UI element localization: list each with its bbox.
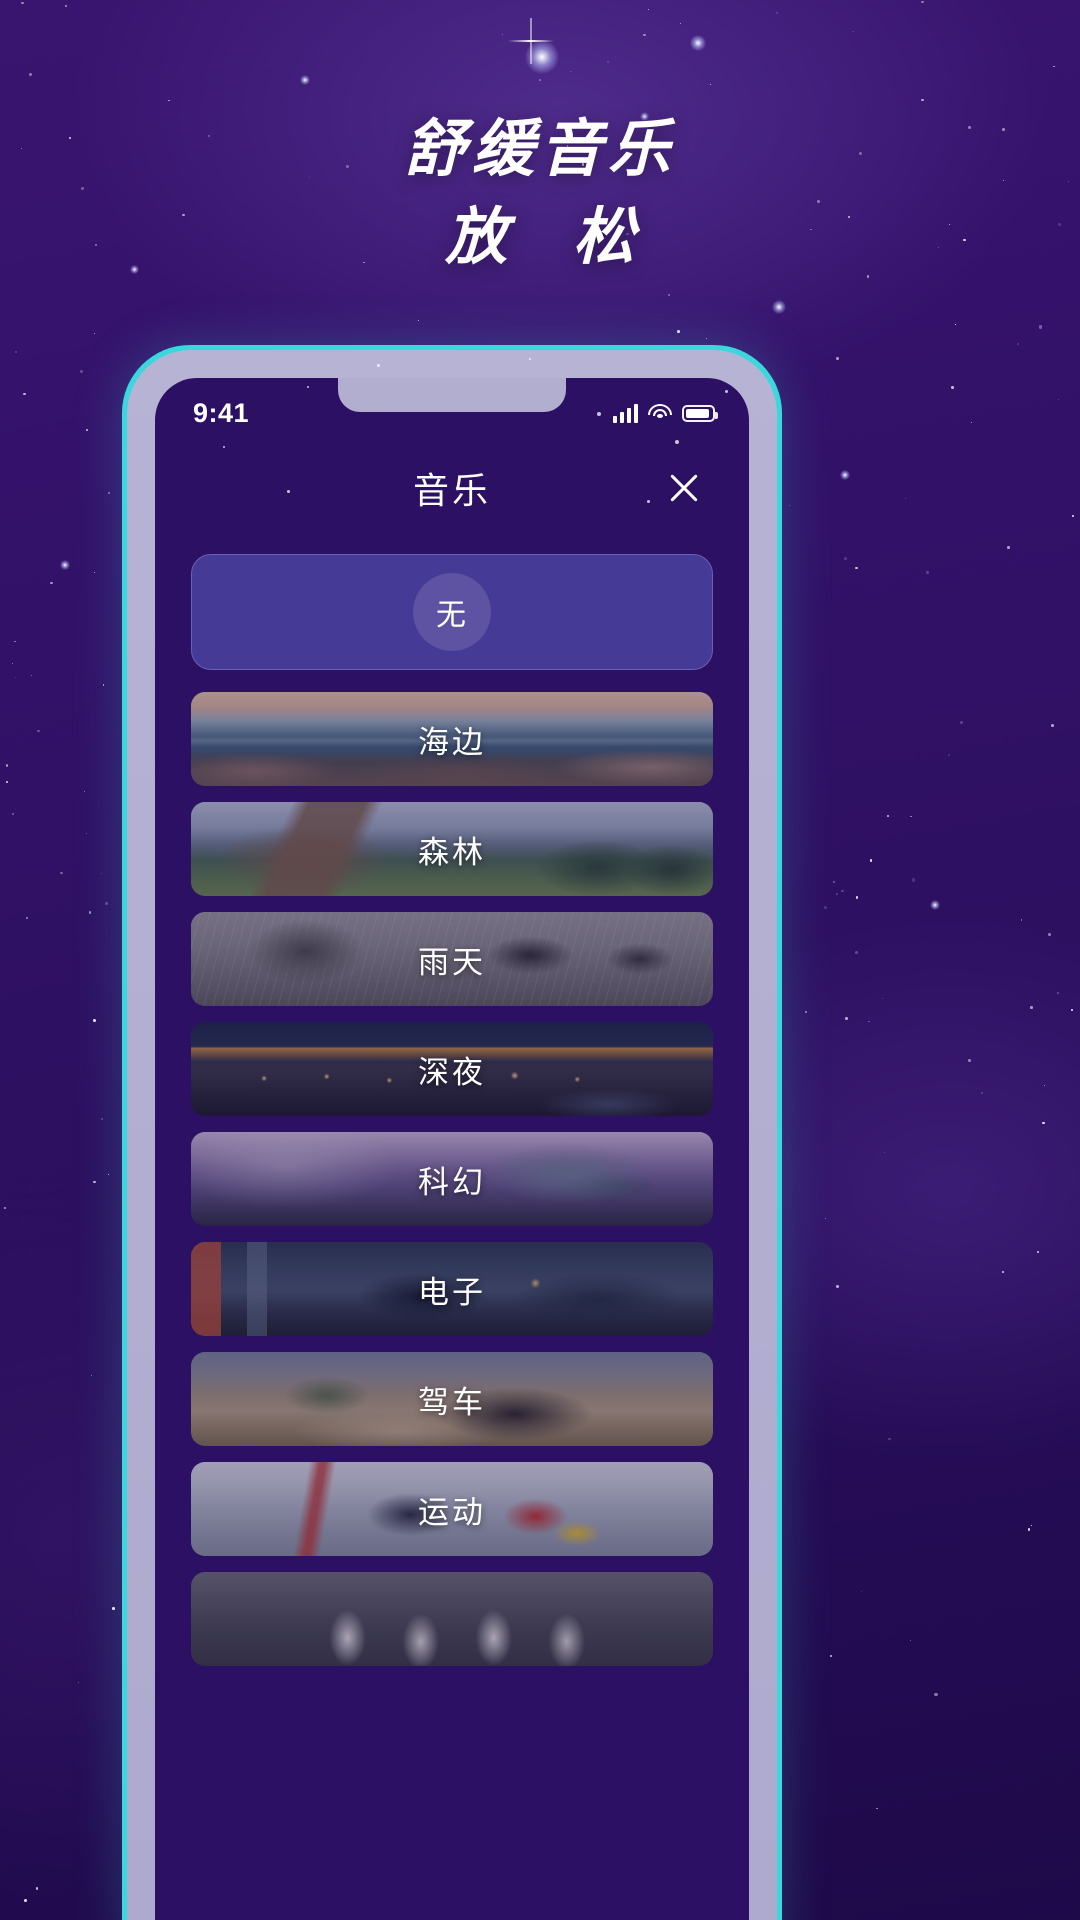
music-option-label: 森林 <box>418 834 486 870</box>
music-option-label: 海边 <box>418 724 486 760</box>
headline-line-1: 舒缓音乐 <box>403 112 676 185</box>
artwork-overlay <box>191 1572 713 1666</box>
music-option-row[interactable]: 海边 <box>191 692 713 786</box>
music-option-row[interactable]: 森林 <box>191 802 713 896</box>
music-option-label: 运动 <box>418 1494 486 1530</box>
music-option-label: 雨天 <box>418 944 486 980</box>
music-option-row[interactable]: 深夜 <box>191 1022 713 1116</box>
music-option-row[interactable]: 电子 <box>191 1242 713 1336</box>
cellular-signal-icon <box>613 403 638 423</box>
promo-headline: 舒缓音乐 放 松 <box>0 118 1080 268</box>
music-option-label: 深夜 <box>418 1054 486 1090</box>
status-icons <box>613 403 718 423</box>
music-option-row[interactable]: 科幻 <box>191 1132 713 1226</box>
wifi-icon <box>648 404 672 422</box>
music-option-label: 电子 <box>418 1274 486 1310</box>
app-header: 音乐 <box>155 440 749 536</box>
music-option-none[interactable]: 无 <box>191 554 713 670</box>
close-icon[interactable] <box>661 465 707 511</box>
phone-bezel: 9:41 音乐 无 海边森林雨天深夜科幻电子驾车运动 <box>127 350 777 1920</box>
music-option-label: 驾车 <box>418 1384 486 1420</box>
music-rows: 海边森林雨天深夜科幻电子驾车运动 <box>191 692 713 1666</box>
music-list: 无 海边森林雨天深夜科幻电子驾车运动 <box>155 536 749 1666</box>
music-option-label: 科幻 <box>418 1164 486 1200</box>
status-time: 9:41 <box>193 397 250 428</box>
music-option-row[interactable]: 驾车 <box>191 1352 713 1446</box>
phone-screen: 9:41 音乐 无 海边森林雨天深夜科幻电子驾车运动 <box>155 378 749 1920</box>
page-title: 音乐 <box>412 470 491 511</box>
music-option-row[interactable]: 运动 <box>191 1462 713 1556</box>
music-option-row[interactable] <box>191 1572 713 1666</box>
music-option-row[interactable]: 雨天 <box>191 912 713 1006</box>
headline-line-2: 放 松 <box>445 200 657 273</box>
phone-mockup: 9:41 音乐 无 海边森林雨天深夜科幻电子驾车运动 <box>122 345 782 1920</box>
status-bar: 9:41 <box>155 378 749 440</box>
battery-icon <box>682 404 718 422</box>
none-badge: 无 <box>413 573 491 651</box>
